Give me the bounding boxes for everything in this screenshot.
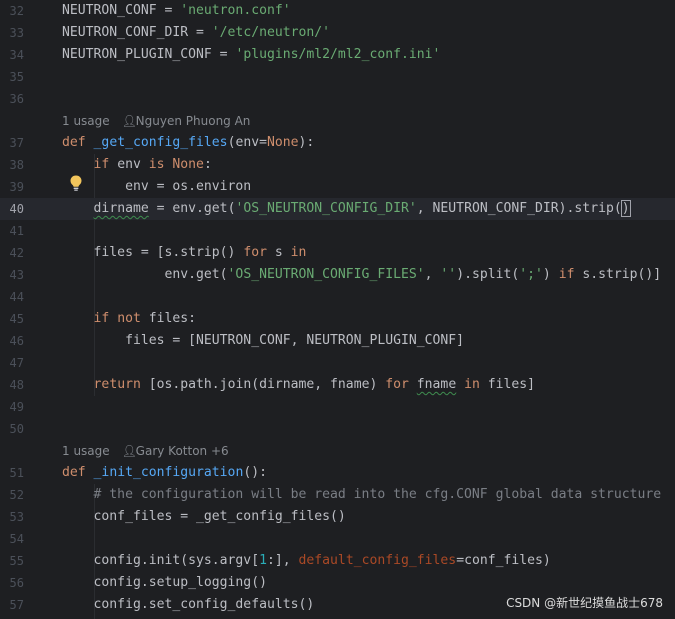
code-text: if env is None:: [93, 157, 212, 172]
code-text: conf_files = _get_config_files(): [62, 509, 346, 524]
code-text: NEUTRON_CONF = 'neutron.conf': [62, 3, 291, 18]
code-line[interactable]: 36: [0, 88, 675, 110]
code-line[interactable]: 43 env.get('OS_NEUTRON_CONFIG_FILES', ''…: [0, 264, 675, 286]
line-number: 49: [9, 400, 24, 414]
line-number: 54: [9, 532, 24, 546]
code-line[interactable]: 32 NEUTRON_CONF = 'neutron.conf': [0, 0, 675, 22]
line-number: 42: [9, 246, 24, 260]
code-text: files = [s.strip() for s in: [62, 245, 307, 260]
code-text: NEUTRON_PLUGIN_CONF = 'plugins/ml2/ml2_c…: [62, 47, 441, 62]
line-number: 44: [9, 290, 24, 304]
person-icon: 👤︎: [121, 444, 137, 458]
code-line[interactable]: 52 # the configuration will be read into…: [0, 484, 675, 506]
line-number: 38: [9, 158, 24, 172]
code-line[interactable]: 50: [0, 418, 675, 440]
code-text: files = [NEUTRON_CONF, NEUTRON_PLUGIN_CO…: [62, 333, 465, 348]
code-text: def _get_config_files(env=None):: [62, 135, 315, 150]
line-number: 39: [9, 180, 24, 194]
author-name[interactable]: Nguyen Phuong An: [136, 114, 251, 128]
line-number: 57: [9, 598, 24, 612]
code-line[interactable]: 55 config.init(sys.argv[1:], default_con…: [0, 550, 675, 572]
code-text: env.get('OS_NEUTRON_CONFIG_FILES', '').s…: [62, 267, 662, 282]
code-line[interactable]: 41: [0, 220, 675, 242]
person-icon: 👤︎: [121, 114, 137, 128]
code-line[interactable]: 47: [0, 352, 675, 374]
code-text: def _init_configuration():: [62, 465, 267, 480]
code-line[interactable]: 34 NEUTRON_PLUGIN_CONF = 'plugins/ml2/ml…: [0, 44, 675, 66]
code-line[interactable]: 49: [0, 396, 675, 418]
code-line[interactable]: 39 env = os.environ: [0, 176, 675, 198]
code-line[interactable]: 56 config.setup_logging(): [0, 572, 675, 594]
code-text: NEUTRON_CONF_DIR = '/etc/neutron/': [62, 25, 331, 40]
code-text: config.init(sys.argv[1:], default_config…: [62, 553, 551, 568]
code-line-current[interactable]: 40 dirname = env.get('OS_NEUTRON_CONFIG_…: [0, 198, 675, 220]
code-text: env = os.environ: [62, 179, 252, 194]
text-caret: ): [620, 200, 631, 217]
line-number: 37: [9, 136, 24, 150]
code-line[interactable]: 51 def _init_configuration():: [0, 462, 675, 484]
code-text: return [os.path.join(dirname, fname) for…: [93, 377, 536, 392]
code-line[interactable]: 44: [0, 286, 675, 308]
code-line[interactable]: 37 def _get_config_files(env=None):: [0, 132, 675, 154]
code-text: config.set_config_defaults(): [62, 597, 315, 612]
watermark: CSDN @新世纪摸鱼战士678: [506, 596, 663, 610]
lightbulb-icon[interactable]: [68, 174, 84, 192]
line-number: 47: [9, 356, 24, 370]
code-line[interactable]: 35: [0, 66, 675, 88]
line-number: 35: [9, 70, 24, 84]
code-line[interactable]: 54: [0, 528, 675, 550]
code-comment: # the configuration will be read into th…: [62, 487, 662, 502]
usage-count[interactable]: 1 usage: [62, 444, 110, 458]
line-number: 45: [9, 312, 24, 326]
line-number: 34: [9, 48, 24, 62]
code-text: config.setup_logging(): [62, 575, 267, 590]
line-number: 33: [9, 26, 24, 40]
usage-hint[interactable]: 1 usage 👤︎Nguyen Phuong An: [62, 110, 250, 132]
code-line[interactable]: 38 if env is None:: [0, 154, 675, 176]
code-line[interactable]: 46 files = [NEUTRON_CONF, NEUTRON_PLUGIN…: [0, 330, 675, 352]
line-number: 52: [9, 488, 24, 502]
code-text: if not files:: [93, 311, 197, 326]
line-number: 51: [9, 466, 24, 480]
line-number: 46: [9, 334, 24, 348]
line-number: 43: [9, 268, 24, 282]
code-line[interactable]: 45 if not files:: [0, 308, 675, 330]
line-number: 36: [9, 92, 24, 106]
code-line[interactable]: 53 conf_files = _get_config_files(): [0, 506, 675, 528]
author-name[interactable]: Gary Kotton +6: [136, 444, 229, 458]
line-number: 40: [9, 202, 24, 216]
usage-hint[interactable]: 1 usage 👤︎Gary Kotton +6: [62, 440, 229, 462]
code-line[interactable]: 48 return [os.path.join(dirname, fname) …: [0, 374, 675, 396]
line-number: 48: [9, 378, 24, 392]
line-number: 53: [9, 510, 24, 524]
line-number: 55: [9, 554, 24, 568]
code-line[interactable]: 33 NEUTRON_CONF_DIR = '/etc/neutron/': [0, 22, 675, 44]
line-number: 50: [9, 422, 24, 436]
code-editor[interactable]: 32 NEUTRON_CONF = 'neutron.conf' 33 NEUT…: [0, 0, 675, 619]
code-line[interactable]: 42 files = [s.strip() for s in: [0, 242, 675, 264]
line-number: 32: [9, 4, 24, 18]
line-number: 56: [9, 576, 24, 590]
line-number: 41: [9, 224, 24, 238]
code-text: dirname = env.get('OS_NEUTRON_CONFIG_DIR…: [93, 200, 631, 217]
usage-count[interactable]: 1 usage: [62, 114, 110, 128]
